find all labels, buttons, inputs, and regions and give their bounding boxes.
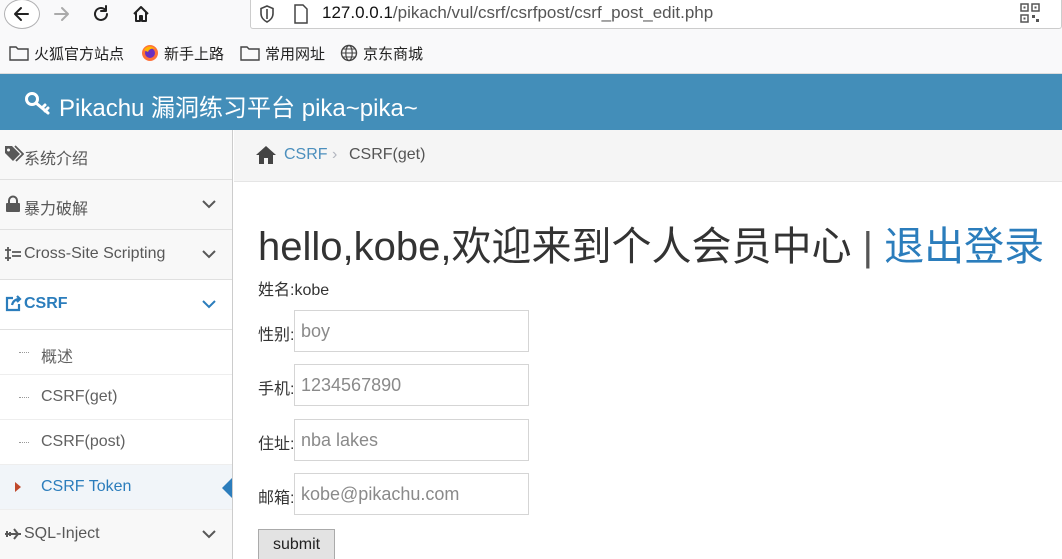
- folder-icon: [240, 46, 260, 61]
- gender-field[interactable]: [294, 310, 529, 352]
- bookmark-item[interactable]: 常用网址: [240, 42, 325, 64]
- url-bar[interactable]: 127.0.0.1/pikach/vul/csrf/csrfpost/csrf_…: [250, 0, 1062, 29]
- url-path: /pikach/vul/csrf/csrfpost/csrf_post_edit…: [392, 3, 714, 22]
- page-info-icon[interactable]: [293, 4, 309, 24]
- chevron-down-icon: [202, 250, 216, 259]
- sidebar-item-sqli[interactable]: SQL-Inject: [0, 510, 232, 559]
- phone-field[interactable]: [294, 364, 529, 406]
- key-icon: [25, 92, 50, 115]
- bookmark-label: 常用网址: [265, 45, 326, 63]
- sidebar: 系统介绍 暴力破解 Cross-Site Scripting CSRF 概述 C…: [0, 130, 233, 559]
- bookmark-item[interactable]: 京东商城: [340, 42, 423, 64]
- back-button[interactable]: [4, 0, 40, 29]
- firefox-icon: [142, 45, 158, 61]
- active-pointer: [222, 477, 232, 499]
- list-icon: [5, 247, 21, 261]
- tree-dash: [19, 442, 29, 443]
- brand-title[interactable]: Pikachu 漏洞练习平台 pika~pika~: [59, 88, 418, 123]
- browser-toolbar: 127.0.0.1/pikach/vul/csrf/csrfpost/csrf_…: [0, 0, 1062, 30]
- sidebar-item-xss[interactable]: Cross-Site Scripting: [0, 230, 232, 280]
- lock-icon: [6, 195, 20, 212]
- url-text[interactable]: 127.0.0.1/pikach/vul/csrf/csrfpost/csrf_…: [322, 3, 713, 23]
- chevron-down-icon: [202, 200, 216, 209]
- page-title: hello,kobe,欢迎来到个人会员中心 | 退出登录: [258, 214, 1044, 272]
- reload-icon: [94, 5, 108, 21]
- sidebar-item-label: 暴力破解: [24, 201, 89, 218]
- plane-icon: [5, 528, 21, 540]
- home-icon[interactable]: [255, 145, 277, 165]
- sidebar-subitem-label: CSRF(post): [41, 433, 126, 450]
- sidebar-subitem-label: CSRF Token: [41, 478, 132, 495]
- chevron-down-icon: [202, 530, 216, 539]
- sidebar-item-csrf[interactable]: CSRF: [0, 280, 232, 330]
- url-host: 127.0.0.1: [322, 3, 393, 22]
- greeting-text: hello,kobe,欢迎来到个人会员中心: [258, 225, 852, 269]
- sidebar-item-label: Cross-Site Scripting: [24, 245, 166, 262]
- home-button[interactable]: [124, 0, 158, 28]
- sidebar-subitem-label: CSRF(get): [41, 388, 118, 405]
- bookmark-item[interactable]: 新手上路: [141, 42, 224, 64]
- address-field[interactable]: [294, 419, 529, 461]
- shield-icon[interactable]: [259, 5, 275, 23]
- tags-icon: [5, 145, 24, 162]
- sidebar-subitem-csrf-token[interactable]: CSRF Token: [0, 465, 232, 510]
- folder-icon: [9, 46, 29, 61]
- home-icon: [133, 6, 149, 22]
- bookmark-item[interactable]: 火狐官方站点: [9, 42, 124, 64]
- sidebar-subitem-csrf-get[interactable]: CSRF(get): [0, 375, 232, 420]
- globe-icon: [340, 44, 358, 62]
- title-separator: |: [862, 225, 873, 269]
- sidebar-item-label: SQL-Inject: [24, 525, 100, 542]
- bookmark-label: 京东商城: [363, 45, 424, 63]
- email-field[interactable]: [294, 473, 529, 515]
- phone-label: 手机:: [258, 381, 295, 398]
- sidebar-item-intro[interactable]: 系统介绍: [0, 130, 232, 180]
- sidebar-item-label: 系统介绍: [24, 151, 89, 168]
- caret-right-icon: [15, 482, 21, 492]
- tree-dash: [19, 397, 29, 398]
- breadcrumb: CSRF › CSRF(get): [234, 130, 1062, 182]
- bookmark-label: 火狐官方站点: [34, 45, 125, 63]
- tree-dash: [19, 352, 29, 353]
- sidebar-subitem-label: 概述: [41, 349, 74, 366]
- forward-button[interactable]: [44, 0, 78, 28]
- bookmarks-bar: 火狐官方站点 新手上路 常用网址 京东商城: [0, 30, 1062, 74]
- sidebar-item-label: CSRF: [24, 295, 68, 312]
- email-label: 邮箱:: [258, 490, 295, 507]
- submit-button[interactable]: submit: [258, 529, 335, 559]
- qr-code-icon[interactable]: [1020, 3, 1040, 23]
- breadcrumb-link-csrf[interactable]: CSRF: [284, 146, 328, 164]
- share-icon: [5, 295, 22, 312]
- arrow-right-icon: [54, 7, 69, 21]
- gender-label: 性别:: [258, 327, 295, 344]
- sidebar-subitem-csrf-post[interactable]: CSRF(post): [0, 420, 232, 465]
- bookmark-label: 新手上路: [164, 45, 225, 63]
- reload-button[interactable]: [84, 0, 118, 28]
- sidebar-subitem-overview[interactable]: 概述: [0, 330, 232, 375]
- breadcrumb-current: CSRF(get): [349, 146, 426, 163]
- chevron-down-icon: [202, 300, 216, 309]
- app-header: Pikachu 漏洞练习平台 pika~pika~: [0, 74, 1062, 130]
- arrow-left-icon: [14, 7, 29, 21]
- name-display: 姓名:kobe: [258, 282, 330, 299]
- breadcrumb-separator: ›: [332, 146, 338, 163]
- logout-link[interactable]: 退出登录: [884, 225, 1044, 269]
- address-label: 住址:: [258, 436, 295, 453]
- sidebar-item-bruteforce[interactable]: 暴力破解: [0, 180, 232, 230]
